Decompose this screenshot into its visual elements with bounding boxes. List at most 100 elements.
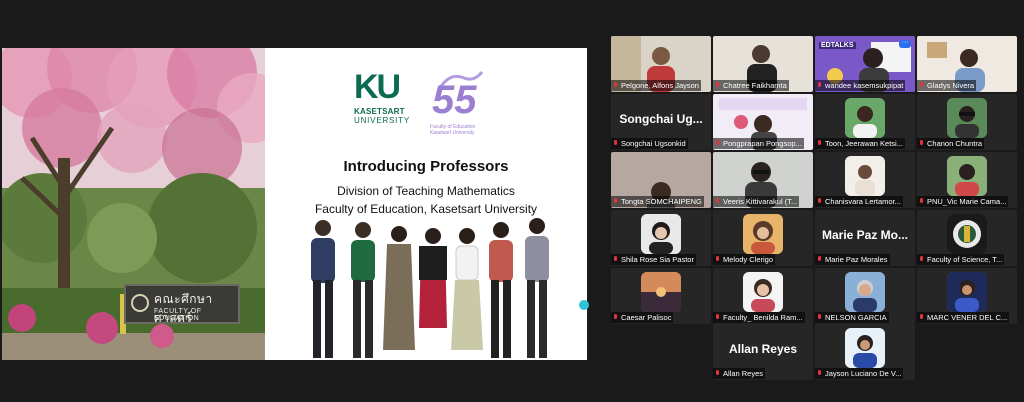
participant-name: Gladys Nivera — [917, 80, 977, 91]
participant-name: Pelgone, Alfons Jayson — [611, 80, 701, 91]
mic-muted-icon — [920, 314, 923, 319]
participant-tile[interactable]: Chanisvara Lertamor... — [815, 152, 915, 208]
participant-name-text: Pelgone, Alfons Jayson — [621, 81, 699, 90]
participant-name-text: Caesar Palisoc — [621, 313, 672, 322]
participant-display-name: Marie Paz Mo... — [821, 228, 909, 242]
mic-muted-icon — [920, 198, 923, 203]
participant-name-text: Songchai Ugsonkid — [621, 139, 686, 148]
participant-tile[interactable]: Pongprapan Pongsop... — [713, 94, 813, 150]
anniversary-number: 55 — [432, 78, 477, 122]
mic-muted-icon — [818, 256, 821, 261]
participant-name-text: Tongta SOMCHAIPENG — [621, 197, 702, 206]
participant-tile[interactable]: Marie Paz Mo... Marie Paz Morales — [815, 210, 915, 266]
participant-tile[interactable]: NELSON GARCIA — [815, 268, 915, 324]
mic-muted-icon — [716, 82, 719, 87]
meeting-window: คณะศึกษาศาสตร์ FACULTY OF EDUCATION KU K… — [0, 0, 1024, 402]
participant-name-text: MARC VENER DEL C... — [927, 313, 1008, 322]
participant-tile[interactable]: Toon, Jeerawan Ketsi... — [815, 94, 915, 150]
participant-name-text: Allan Reyes — [723, 369, 764, 378]
participant-name-text: Gladys Nivera — [927, 81, 975, 90]
mic-muted-icon — [614, 314, 617, 319]
participant-name: Veeris Kittivarakul (T... — [713, 196, 800, 207]
participant-tile[interactable]: Faculty of Science, T... — [917, 210, 1017, 266]
participant-avatar — [845, 272, 885, 312]
participant-name-text: Shila Rose Sia Pastor — [621, 255, 694, 264]
participant-name: Marie Paz Morales — [815, 254, 890, 265]
mic-muted-icon — [614, 198, 617, 203]
participant-name: PNU_Vic Marie Cama... — [917, 196, 1009, 207]
participant-tile[interactable]: Jayson Luciano De V... — [815, 324, 915, 380]
participant-name-text: wandee kasemsukpipat — [825, 81, 904, 90]
participant-tile[interactable]: Songchai Ug... Songchai Ugsonkid — [611, 94, 711, 150]
participant-tile[interactable]: Veeris Kittivarakul (T... — [713, 152, 813, 208]
edtalks-badge: EDTALKS — [819, 42, 856, 49]
participant-avatar — [947, 156, 987, 196]
mic-muted-icon — [818, 198, 821, 203]
participant-name: Jayson Luciano De V... — [815, 368, 904, 379]
participant-name: MARC VENER DEL C... — [917, 312, 1010, 323]
participant-avatar — [743, 214, 783, 254]
participant-name: Faculty_ Benilda Ram... — [713, 312, 805, 323]
ku-logo-kasetsart: KASETSART — [354, 107, 405, 116]
mic-muted-icon — [614, 82, 617, 87]
participant-name-text: Chatree Faikhamta — [723, 81, 787, 90]
mic-muted-icon — [716, 140, 719, 145]
participant-tile[interactable]: Allan Reyes Allan Reyes — [713, 324, 813, 380]
participant-tile[interactable]: Pelgone, Alfons Jayson — [611, 36, 711, 92]
ku-logo-university: UNIVERSITY — [354, 116, 411, 125]
participant-tile[interactable]: Tongta SOMCHAIPENG — [611, 152, 711, 208]
mic-muted-icon — [920, 140, 923, 145]
participant-name-text: NELSON GARCIA — [825, 313, 887, 322]
participant-name-text: Chanisvara Lertamor... — [825, 197, 901, 206]
mic-muted-icon — [716, 256, 719, 261]
participant-display-name: Allan Reyes — [728, 342, 798, 356]
participant-name: wandee kasemsukpipat — [815, 80, 906, 91]
mic-muted-icon — [716, 314, 719, 319]
participant-name: Tongta SOMCHAIPENG — [611, 196, 704, 207]
mic-muted-icon — [818, 140, 821, 145]
participant-tile[interactable]: Caesar Palisoc — [611, 268, 711, 324]
slide-content: KU KASETSART UNIVERSITY 55 Faculty of Ed… — [265, 48, 587, 360]
more-options-icon[interactable]: ··· — [899, 39, 911, 48]
mic-muted-icon — [920, 256, 923, 261]
participant-avatar — [947, 214, 987, 254]
campus-photo: คณะศึกษาศาสตร์ FACULTY OF EDUCATION — [2, 48, 265, 360]
participant-tile[interactable]: Melody Clerigo — [713, 210, 813, 266]
slide-subtitle-division: Division of Teaching Mathematics — [337, 184, 515, 198]
participant-tile[interactable]: Faculty_ Benilda Ram... — [713, 268, 813, 324]
mic-muted-icon — [920, 82, 923, 87]
ku-logo: KU KASETSART UNIVERSITY — [354, 70, 410, 125]
participant-tile[interactable]: Shila Rose Sia Pastor — [611, 210, 711, 266]
participant-name: Toon, Jeerawan Ketsi... — [815, 138, 905, 149]
ku-logo-mark: KU — [354, 68, 401, 106]
participant-name: NELSON GARCIA — [815, 312, 889, 323]
professors-group-photo — [311, 218, 549, 358]
participant-tile[interactable]: PNU_Vic Marie Cama... — [917, 152, 1017, 208]
participant-tile[interactable]: MARC VENER DEL C... — [917, 268, 1017, 324]
participant-tile-active-speaker[interactable]: EDTALKS ··· wandee kasemsukpipat — [815, 36, 915, 92]
participant-tile[interactable]: Chanon Chuntra — [917, 94, 1017, 150]
participant-name: Caesar Palisoc — [611, 312, 674, 323]
participant-avatar — [845, 328, 885, 368]
participant-name-text: Jayson Luciano De V... — [825, 369, 902, 378]
participant-name-text: Faculty of Science, T... — [927, 255, 1003, 264]
participant-avatar — [641, 214, 681, 254]
participant-display-name: Songchai Ug... — [619, 112, 703, 126]
participant-name: Chatree Faikhamta — [713, 80, 789, 91]
participant-name-text: Faculty_ Benilda Ram... — [723, 313, 803, 322]
participant-avatar — [947, 272, 987, 312]
faculty-sign: คณะศึกษาศาสตร์ FACULTY OF EDUCATION — [124, 284, 240, 325]
participant-gallery: Pelgone, Alfons Jayson Chatree Faikhamta… — [611, 34, 1017, 380]
mic-muted-icon — [818, 314, 821, 319]
participant-name: Faculty of Science, T... — [917, 254, 1005, 265]
participant-name: Chanisvara Lertamor... — [815, 196, 903, 207]
participant-tile[interactable]: Gladys Nivera — [917, 36, 1017, 92]
participant-name: Pongprapan Pongsop... — [713, 138, 804, 149]
mic-muted-icon — [716, 198, 719, 203]
participant-tile[interactable]: Chatree Faikhamta — [713, 36, 813, 92]
mic-muted-icon — [614, 256, 617, 261]
participant-name-text: Pongprapan Pongsop... — [723, 139, 802, 148]
slide-control-dot[interactable] — [579, 300, 589, 310]
slide-subtitle-faculty: Faculty of Education, Kasetsart Universi… — [314, 202, 538, 216]
participant-name-text: Chanon Chuntra — [927, 139, 983, 148]
